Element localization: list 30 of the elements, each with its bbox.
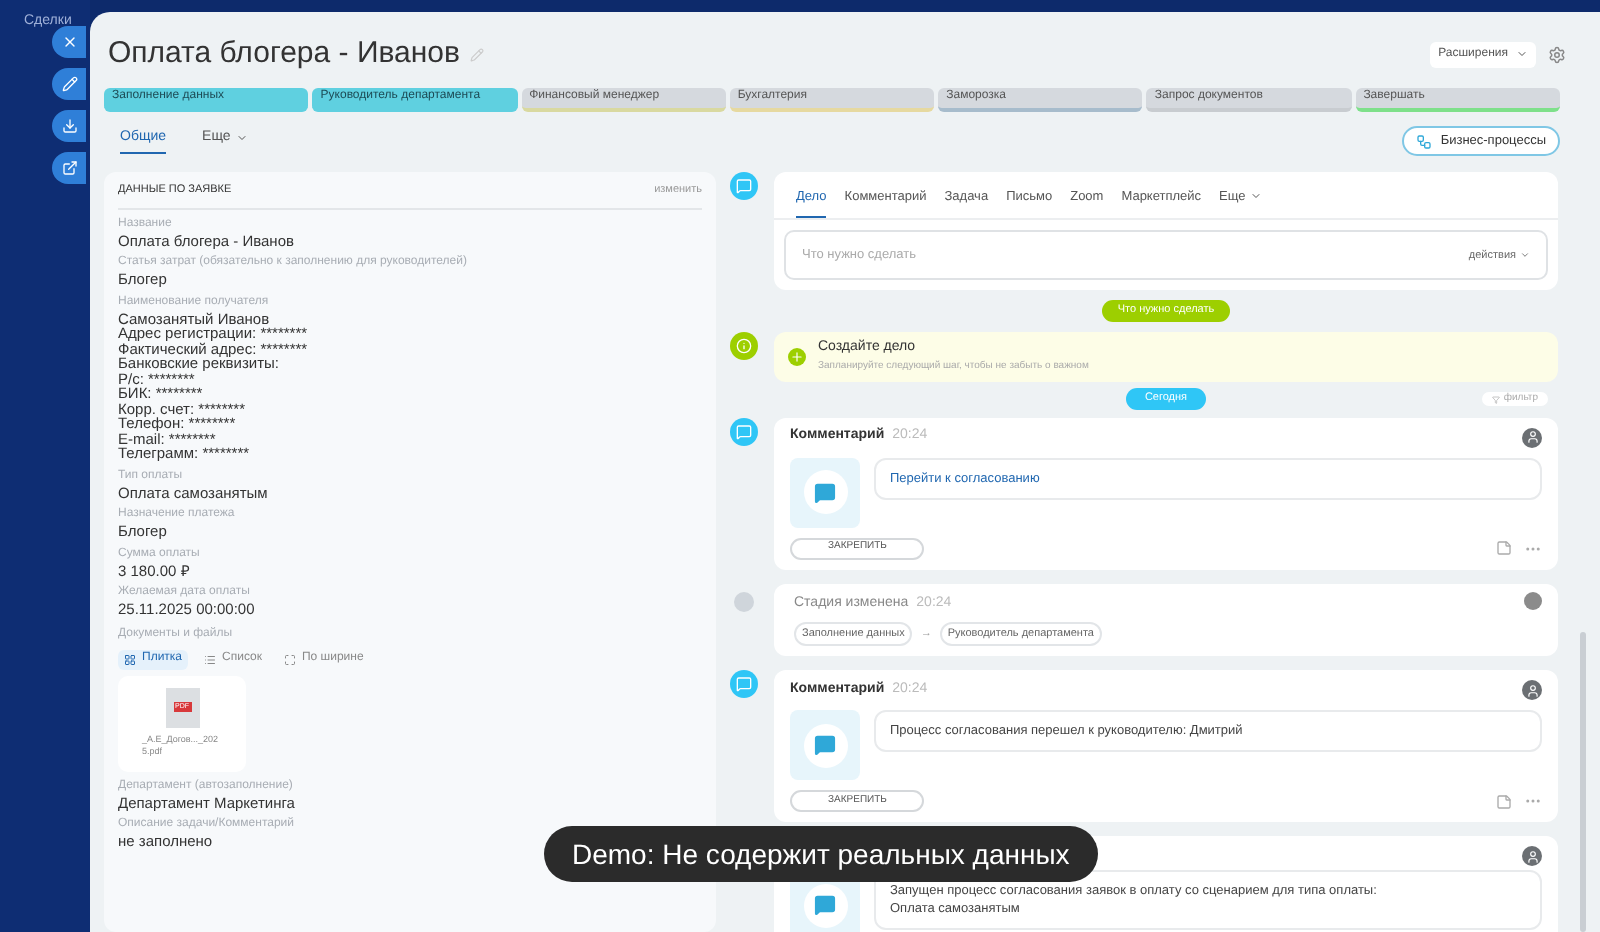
filter-icon (1491, 395, 1500, 403)
plus-icon[interactable] (788, 347, 806, 365)
list-icon (204, 653, 217, 666)
chat-icon (790, 710, 860, 781)
user-icon (1522, 427, 1542, 447)
info-icon (730, 331, 758, 359)
workflow-icon (1416, 133, 1433, 149)
grid-icon (124, 653, 136, 666)
download-icon[interactable] (52, 110, 86, 142)
comment-icon (730, 670, 758, 699)
note-icon[interactable] (1496, 793, 1512, 810)
deal-title: Оплата блогера - Иванов (108, 34, 460, 74)
chat-icon (730, 171, 758, 199)
edit-icon[interactable] (469, 47, 484, 62)
chevron-down-icon (1516, 48, 1528, 61)
demo-toast: Demo: Не содержит реальных данных (544, 826, 1098, 882)
user-icon (1522, 846, 1542, 867)
user-icon (1522, 680, 1542, 701)
chevron-down-icon (1520, 250, 1530, 261)
scrollbar[interactable] (1580, 631, 1586, 931)
chevron-down-icon (236, 132, 249, 144)
settings-icon[interactable] (1548, 45, 1566, 64)
chevron-down-icon (1249, 190, 1262, 203)
pencil-icon[interactable] (52, 68, 86, 100)
note-icon[interactable] (1496, 540, 1512, 556)
avatar-icon (1524, 591, 1542, 609)
chat-icon (790, 457, 860, 527)
close-icon[interactable] (52, 26, 86, 58)
comment-icon (730, 417, 758, 445)
external-link-icon[interactable] (52, 152, 86, 184)
